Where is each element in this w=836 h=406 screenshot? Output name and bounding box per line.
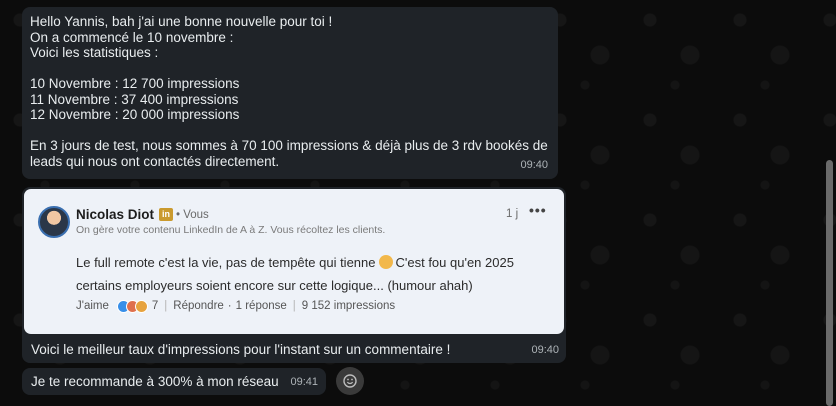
linkedin-icon: in [159,208,173,221]
reply-label: Répondre [173,300,224,312]
message-line [30,61,550,77]
linkedin-comment-screenshot[interactable]: Nicolas Diot in • Vous On gère votre con… [24,189,564,334]
message-line: 11 Novembre : 37 400 impressions [30,91,239,107]
comment-text: Le full remote c'est la vie, pas de temp… [76,251,556,297]
dot-separator: · [227,300,232,312]
message-bubble-image[interactable]: Nicolas Diot in • Vous On gère votre con… [22,187,566,363]
message-text: Je te recommande à 300% à mon réseau [31,374,279,389]
message-caption: Voici le meilleur taux d'impressions pou… [31,342,451,357]
comment-age: 1 j [506,208,519,220]
comment-author: Nicolas Diot [76,207,155,222]
insightful-reaction-icon [134,300,148,314]
like-label: J'aime [76,300,109,312]
reaction-icons [116,300,148,314]
comment-actions: J'aime 7 | Répondre · 1 réponse | 9 152 … [76,299,395,315]
reaction-count: 7 [151,300,159,312]
avatar [38,206,70,238]
message-timestamp: 09:40 [531,343,559,356]
message-bubble-stats[interactable]: Hello Yannis, bah j'ai une bonne nouvell… [22,7,558,179]
chat-scrollbar[interactable] [826,160,833,406]
message-line: Hello Yannis, bah j'ai une bonne nouvell… [30,14,333,29]
author-headline: On gère votre contenu LinkedIn de A à Z.… [76,224,386,236]
reply-count: 1 réponse [235,300,287,312]
more-options-icon: ••• [529,202,547,218]
message-line: 12 Novembre : 20 000 impressions [30,107,240,122]
comment-text-part: C'est fou qu'en 2025 [395,255,514,270]
message-line: On a commencé le 10 novembre : [30,29,234,45]
message-timestamp: 09:41 [290,375,318,388]
comment-text-part: certains employeurs soient encore sur ce… [76,278,473,293]
smiley-icon [343,374,357,388]
laughing-emoji-icon [378,255,393,269]
message-line: 10 Novembre : 12 700 impressions [30,76,240,91]
relation-label: • Vous [176,209,209,221]
message-line [30,123,550,139]
message-line: Voici les statistiques : [30,45,159,60]
comment-text-part: Le full remote c'est la vie, pas de temp… [76,255,376,270]
divider: | [164,300,168,312]
react-emoji-button[interactable] [336,367,364,395]
impressions-count: 9 152 impressions [301,300,396,312]
divider: | [292,300,296,312]
message-bubble-recommend[interactable]: Je te recommande à 300% à mon réseau 09:… [22,368,326,395]
message-timestamp: 09:40 [520,158,548,171]
message-line: En 3 jours de test, nous sommes à 70 100… [30,138,548,153]
message-line: leads qui nous ont contactés directement… [30,153,280,169]
